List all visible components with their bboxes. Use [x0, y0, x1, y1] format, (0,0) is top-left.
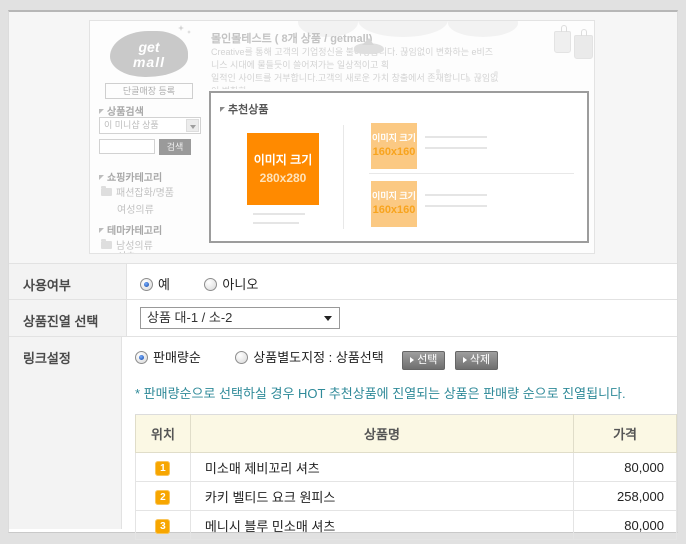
raindrop-illustration — [436, 69, 440, 74]
link-setting-row: 링크설정 판매량순 상품별도지정 : 상품선택 선택 삭제 * 판매량순으로 선… — [9, 336, 677, 529]
chevron-down-icon — [186, 119, 199, 132]
sales-order-radio[interactable] — [135, 351, 148, 364]
image-size-placeholder-160: 이미지 크기 160x160 — [371, 123, 417, 169]
minishop-preview-thumbnail: get mall 단골매장 등록 상품검색 이 미니샵 상품 검색 쇼핑카테고리… — [89, 20, 595, 254]
star-icon — [178, 25, 184, 31]
preview-banner: 몰인몰테스트 ( 8개 상품 / getmall) Creative를 통해 고… — [208, 21, 595, 89]
use-setting-label: 사용여부 — [9, 264, 126, 299]
preview-search-row: 검색 — [99, 139, 191, 155]
product-price: 80,000 — [574, 453, 677, 482]
content-panel: get mall 단골매장 등록 상품검색 이 미니샵 상품 검색 쇼핑카테고리… — [8, 10, 678, 533]
product-name: 메니시 블루 민소매 셔츠 — [190, 511, 573, 540]
table-header-row: 위치 상품명 가격 — [136, 415, 677, 453]
display-select-label: 상품진열 선택 — [9, 300, 126, 336]
clothes-illustration — [574, 35, 593, 59]
preview-theme-category-title: 테마카테고리 — [99, 222, 162, 237]
preview-search-scope-select: 이 미니샵 상품 — [99, 117, 201, 134]
raindrop-illustration — [494, 71, 498, 76]
product-name: 미소매 제비꼬리 셔츠 — [190, 453, 573, 482]
table-row: 3 메니시 블루 민소매 셔츠 80,000 — [136, 511, 677, 540]
rank-badge: 3 — [155, 519, 170, 534]
sales-order-note: * 판매량순으로 선택하실 경우 HOT 추천상품에 진열되는 상품은 판매량 … — [135, 383, 677, 402]
section-marker-icon — [220, 107, 225, 112]
preview-shop-title: 몰인몰테스트 ( 8개 상품 / getmall) — [211, 30, 372, 46]
settings-form: 사용여부 예 아니오 상품진열 선택 상품 대-1 / 소-2 링크설정 판매량… — [9, 263, 677, 529]
col-header-position: 위치 — [136, 415, 191, 453]
use-no-label[interactable]: 아니오 — [222, 277, 258, 292]
delete-button[interactable]: 삭제 — [455, 351, 498, 370]
product-price: 258,000 — [574, 482, 677, 511]
star-icon — [187, 30, 191, 34]
image-size-placeholder-160: 이미지 크기 160x160 — [371, 181, 417, 227]
product-price: 80,000 — [574, 511, 677, 540]
text-placeholder-line — [253, 213, 305, 215]
sales-order-label[interactable]: 판매량순 — [153, 350, 201, 365]
recommend-title: 추천상품 — [220, 101, 268, 117]
table-row: 1 미소매 제비꼬리 셔츠 80,000 — [136, 453, 677, 482]
text-placeholder-line — [425, 136, 487, 138]
section-marker-icon — [99, 175, 104, 180]
table-row: 2 카키 벨티드 요크 원피스 258,000 — [136, 482, 677, 511]
logo-text-bottom: mall — [110, 55, 188, 69]
select-button[interactable]: 선택 — [402, 351, 445, 370]
link-option-line: 판매량순 상품별도지정 : 상품선택 선택 삭제 — [135, 347, 677, 370]
text-placeholder-line — [253, 222, 299, 224]
rank-badge: 2 — [155, 490, 170, 505]
preview-search-button: 검색 — [159, 139, 191, 155]
divider — [343, 125, 344, 229]
favorite-store-register-button: 단골매장 등록 — [105, 83, 193, 99]
text-placeholder-line — [425, 147, 487, 149]
preview-category-item: 패션잡화/명품 — [101, 184, 174, 199]
col-header-price: 가격 — [574, 415, 677, 453]
preview-category-item: 여성의류 — [117, 201, 154, 216]
recommend-products-panel: 추천상품 이미지 크기 280x280 이미지 크기 160x160 이미지 크… — [209, 91, 589, 243]
arrow-right-icon — [410, 357, 414, 363]
chevron-down-icon — [324, 316, 332, 321]
use-no-radio[interactable] — [204, 278, 217, 291]
bird-illustration — [354, 43, 384, 54]
display-select-row: 상품진열 선택 상품 대-1 / 소-2 — [9, 299, 677, 336]
raindrop-illustration — [466, 77, 470, 82]
product-name: 카키 벨티드 요크 원피스 — [190, 482, 573, 511]
use-yes-label[interactable]: 예 — [158, 277, 170, 292]
logo-text-top: get — [110, 40, 188, 54]
text-placeholder-line — [425, 194, 487, 196]
divider — [369, 173, 574, 174]
arrow-right-icon — [463, 357, 467, 363]
display-category-select[interactable]: 상품 대-1 / 소-2 — [140, 307, 340, 329]
rank-badge: 1 — [155, 461, 170, 476]
preview-category-item: 셔츠 — [117, 248, 135, 254]
text-placeholder-line — [425, 205, 487, 207]
preview-shopping-category-title: 쇼핑카테고리 — [99, 169, 162, 184]
section-marker-icon — [99, 109, 104, 114]
getmall-logo: get mall — [110, 31, 188, 77]
cloud-illustration — [448, 21, 518, 37]
manual-select-radio[interactable] — [235, 351, 248, 364]
manual-select-label[interactable]: 상품별도지정 : 상품선택 — [253, 350, 383, 365]
minishop-preview-area: get mall 단골매장 등록 상품검색 이 미니샵 상품 검색 쇼핑카테고리… — [9, 12, 677, 263]
image-size-placeholder-280: 이미지 크기 280x280 — [247, 133, 319, 205]
preview-search-input — [99, 139, 155, 154]
clothes-illustration — [554, 31, 571, 53]
link-setting-label: 링크설정 — [9, 337, 121, 529]
product-table: 위치 상품명 가격 1 미소매 제비꼬리 셔츠 80,000 2 — [135, 414, 677, 540]
folder-icon — [101, 188, 112, 196]
section-marker-icon — [99, 228, 104, 233]
preview-search-title: 상품검색 — [99, 103, 144, 118]
folder-icon — [101, 241, 112, 249]
use-yes-radio[interactable] — [140, 278, 153, 291]
preview-sidebar: get mall 단골매장 등록 상품검색 이 미니샵 상품 검색 쇼핑카테고리… — [90, 21, 208, 253]
use-setting-row: 사용여부 예 아니오 — [9, 263, 677, 299]
col-header-name: 상품명 — [190, 415, 573, 453]
